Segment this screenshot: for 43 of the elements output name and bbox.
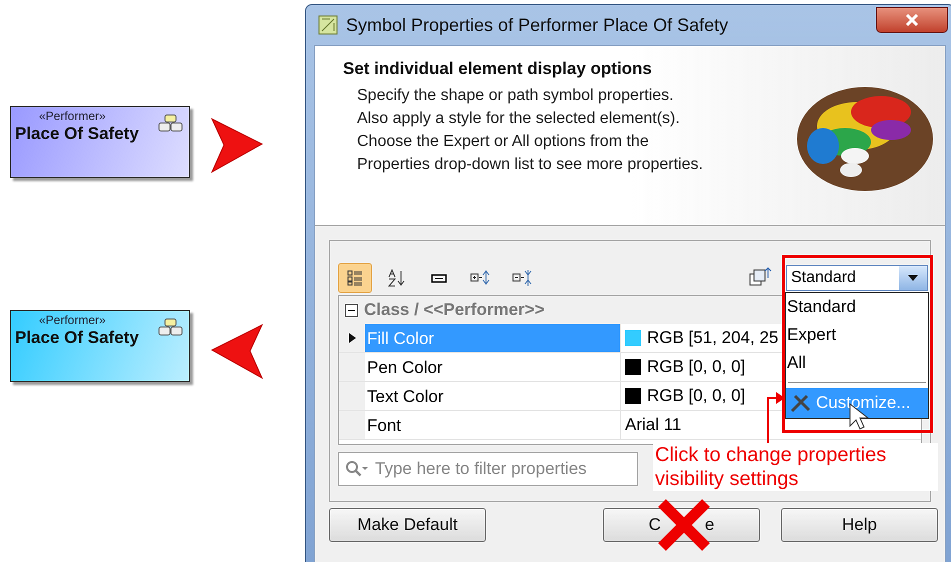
row-pointer-icon bbox=[348, 333, 356, 343]
description-line: Properties drop-down list to see more properties. bbox=[357, 154, 703, 174]
arrowhead-icon bbox=[210, 117, 264, 174]
stereotype-label: «Performer» bbox=[39, 109, 106, 124]
property-value: RGB [0, 0, 0] bbox=[647, 356, 746, 378]
dropdown-option[interactable]: Standard bbox=[786, 293, 928, 321]
group-label: Class / <<Performer>> bbox=[364, 299, 545, 322]
close-window-button[interactable] bbox=[876, 7, 948, 33]
node-name: Place Of Safety bbox=[15, 124, 139, 144]
description-line: Specify the shape or path symbol properties. bbox=[357, 86, 675, 106]
arrowhead-icon bbox=[210, 323, 264, 380]
toolbar-button[interactable] bbox=[338, 263, 372, 293]
collapse-all-icon bbox=[512, 269, 534, 287]
search-icon bbox=[345, 460, 369, 478]
property-value: Arial 11 bbox=[625, 414, 682, 436]
window-icon bbox=[318, 15, 338, 35]
collapse-toggle[interactable] bbox=[345, 304, 358, 316]
annotation-text: Click to change properties visibility settings bbox=[653, 443, 938, 491]
close-icon bbox=[905, 14, 919, 26]
filter-field[interactable]: Type here to filter properties bbox=[338, 452, 638, 486]
property-value: RGB [0, 0, 0] bbox=[647, 385, 746, 408]
expand-all-icon bbox=[470, 269, 492, 287]
performer-icon bbox=[158, 114, 184, 134]
header-title: Set individual element display options bbox=[343, 58, 653, 80]
view-select[interactable]: Standard bbox=[786, 265, 928, 291]
sort-az-icon bbox=[388, 269, 406, 287]
node-name: Place Of Safety bbox=[15, 328, 139, 348]
property-name: Fill Color bbox=[365, 324, 621, 352]
description-line: Also apply a style for the selected element(s). bbox=[357, 108, 681, 128]
performer-icon bbox=[158, 318, 184, 338]
property-name: Pen Color bbox=[365, 353, 621, 381]
stereotype-label: «Performer» bbox=[39, 313, 106, 328]
dialog-button[interactable]: Make Default bbox=[329, 508, 486, 542]
property-value: RGB [51, 204, 25 bbox=[647, 327, 778, 350]
property-name: Font bbox=[365, 411, 621, 439]
property-name: Text Color bbox=[365, 382, 621, 410]
paint-palette-icon bbox=[795, 84, 935, 194]
caret-icon bbox=[908, 275, 918, 281]
categorized-view-icon bbox=[346, 269, 364, 287]
property-row[interactable]: Font Arial 11 bbox=[339, 411, 921, 440]
window-title: Symbol Properties of Performer Place Of Safety bbox=[346, 14, 728, 37]
description-line: Choose the Expert or All options from the bbox=[357, 132, 650, 152]
dialog-button[interactable]: Help bbox=[781, 508, 938, 542]
